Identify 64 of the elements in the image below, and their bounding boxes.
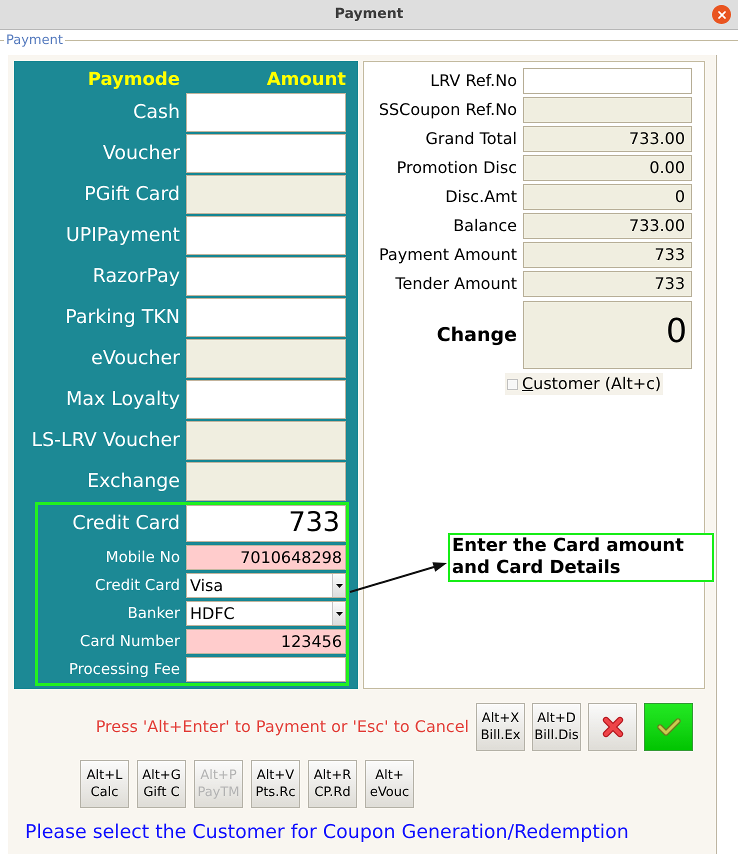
field-label: LRV Ref.No: [429, 70, 517, 92]
shortcut-button[interactable]: Alt+D Bill.Dis: [532, 703, 581, 751]
shortcut-hint: Press 'Alt+Enter' to Payment or 'Esc' to Cancel: [96, 716, 469, 738]
field-label: eVoucher: [90, 346, 180, 372]
group-legend: Payment: [4, 34, 65, 46]
field-label: Voucher: [102, 141, 180, 166]
field-label: Credit Card: [94, 575, 180, 596]
change-label: Change: [436, 322, 517, 348]
field-label: Max Loyalty: [64, 387, 180, 412]
text-field[interactable]: 123456: [186, 629, 346, 654]
field-label: PGift Card: [83, 182, 180, 208]
field-label: Card Number: [78, 631, 180, 652]
close-button[interactable]: [712, 5, 731, 24]
cross-icon: [602, 716, 624, 738]
field-label: Tender Amount: [394, 273, 517, 295]
close-icon: [718, 10, 726, 18]
field-label: LS-LRV Voucher: [30, 428, 180, 454]
change-field: 0: [523, 301, 692, 369]
field-label: Disc.Amt: [444, 186, 517, 208]
field-label: Parking TKN: [64, 305, 180, 330]
caret-icon: [336, 612, 342, 616]
window-title: Payment: [334, 5, 404, 24]
select-field[interactable]: Visa: [186, 573, 346, 598]
field-label: RazorPay: [92, 264, 180, 290]
text-field[interactable]: 7010648298: [186, 545, 346, 570]
field-label: Balance: [452, 215, 517, 237]
cancel-button[interactable]: [588, 703, 637, 751]
field-label: Processing Fee: [68, 659, 180, 680]
field-label: Payment Amount: [378, 244, 517, 266]
dropdown-button[interactable]: [332, 602, 345, 625]
field-label: Mobile No: [104, 547, 180, 568]
field-label: Exchange: [86, 469, 180, 494]
checkbox[interactable]: [507, 378, 518, 390]
text-field[interactable]: [186, 657, 346, 682]
annotation-note: Enter the Card amount and Card Details: [448, 533, 714, 582]
shortcut-button[interactable]: Alt+R CP.Rd: [308, 760, 357, 808]
shortcut-button[interactable]: Alt+L Calc: [80, 760, 129, 808]
amount-field[interactable]: [186, 298, 346, 337]
select-field[interactable]: HDFC: [186, 601, 346, 626]
field-label: Grand Total: [424, 128, 517, 150]
column-header: Amount: [266, 68, 346, 92]
shortcut-button[interactable]: Alt+X Bill.Ex: [476, 703, 525, 751]
status-message: Please select the Customer for Coupon Generation/Redemption: [25, 821, 629, 843]
shortcut-button[interactable]: Alt+G Gift C: [137, 760, 186, 808]
field-label: UPIPayment: [64, 223, 180, 248]
amount-field[interactable]: [186, 216, 346, 255]
confirm-button[interactable]: [644, 703, 693, 751]
amount-field[interactable]: 733: [186, 505, 346, 542]
input-field[interactable]: [523, 68, 692, 94]
check-icon: [656, 718, 680, 736]
amount-field[interactable]: [186, 93, 346, 132]
amount-field[interactable]: [186, 257, 346, 296]
caret-icon: [336, 584, 342, 588]
dropdown-button[interactable]: [332, 574, 345, 597]
field-label: Cash: [132, 100, 180, 126]
shortcut-button[interactable]: Alt+ eVouc: [365, 760, 414, 808]
shortcut-button[interactable]: Alt+V Pts.Rc: [251, 760, 300, 808]
field-label: SSCoupon Ref.No: [378, 99, 517, 121]
field-label: Banker: [126, 603, 180, 624]
amount-field[interactable]: [186, 380, 346, 419]
field-label: Credit Card: [71, 511, 180, 536]
column-header: Paymode: [86, 68, 180, 92]
field-label: Promotion Disc: [396, 157, 517, 179]
amount-field[interactable]: [186, 134, 346, 173]
